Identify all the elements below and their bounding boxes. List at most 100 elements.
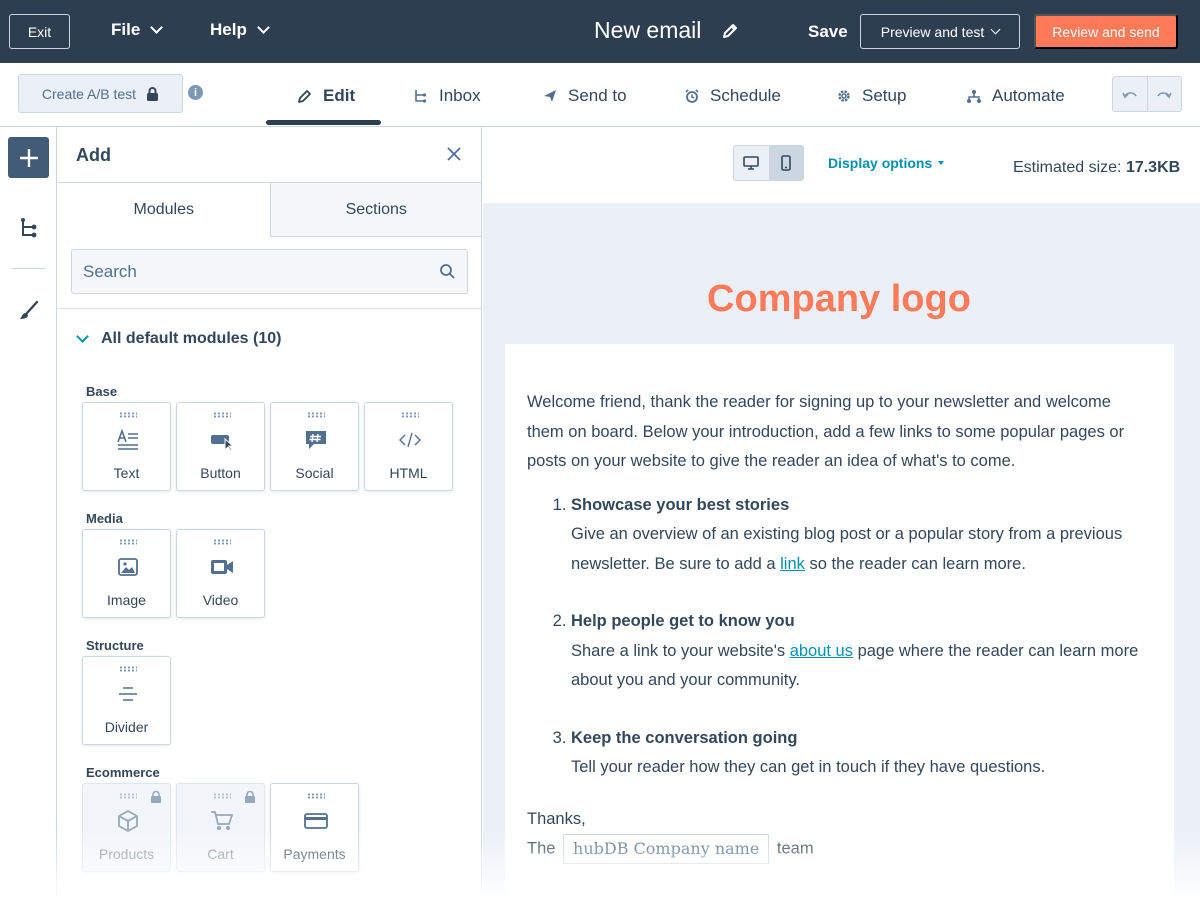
module-image[interactable]: Image	[82, 529, 171, 618]
email-body-module[interactable]: Welcome friend, thank the reader for sig…	[505, 344, 1174, 898]
text-icon	[117, 428, 138, 450]
search-icon	[440, 264, 455, 279]
chevron-down-icon	[256, 21, 270, 34]
alarm-clock-icon	[685, 89, 699, 103]
drag-handle-icon	[307, 793, 325, 799]
content-list: Showcase your best stories Give an overv…	[527, 491, 1152, 783]
undo-icon	[1122, 92, 1137, 99]
module-button[interactable]: Button	[176, 402, 265, 491]
exit-button[interactable]: Exit	[9, 14, 70, 49]
undo-button[interactable]	[1113, 77, 1147, 111]
tab-sections[interactable]: Sections	[269, 183, 481, 236]
tab-send-to-label: Send to	[568, 86, 627, 105]
about-us-link[interactable]: about us	[790, 642, 853, 660]
module-label: Social	[295, 465, 334, 481]
preview-and-test-label: Preview and test	[880, 23, 985, 40]
email-title-text: New email	[594, 17, 702, 43]
mobile-view-button[interactable]	[768, 146, 803, 180]
send-icon	[544, 90, 556, 102]
create-ab-test-button[interactable]: Create A/B test	[18, 74, 183, 113]
lock-icon	[147, 86, 159, 101]
signature-line: The hubDB Company name team	[527, 834, 1152, 864]
tab-setup-label: Setup	[862, 86, 907, 105]
tab-send-to[interactable]: Send to	[542, 86, 627, 106]
module-payments[interactable]: Payments	[270, 783, 359, 872]
tab-edit-label: Edit	[323, 86, 356, 105]
drag-handle-icon	[401, 412, 419, 418]
module-social[interactable]: Social	[270, 402, 359, 491]
list-item: Showcase your best stories Give an overv…	[571, 491, 1152, 580]
tree-icon[interactable]	[18, 217, 40, 239]
mobile-icon	[781, 155, 792, 171]
tab-bar: Create A/B test i Edit Inbox Send to Sch…	[0, 63, 1200, 127]
category-structure: Structure	[86, 638, 144, 653]
button-cursor-icon	[211, 435, 234, 452]
workflow-icon	[967, 90, 981, 103]
tab-setup[interactable]: Setup	[836, 86, 906, 106]
file-menu-label: File	[111, 20, 141, 39]
review-and-send-button[interactable]: Review and send	[1034, 14, 1178, 49]
module-video[interactable]: Video	[176, 529, 265, 618]
link[interactable]: link	[780, 555, 805, 573]
video-camera-icon	[211, 560, 233, 574]
tree-icon	[415, 90, 427, 103]
redo-icon	[1157, 92, 1173, 99]
body-text: Share a link to your website's	[571, 641, 790, 660]
redo-button[interactable]	[1146, 77, 1181, 111]
tab-inbox[interactable]: Inbox	[413, 86, 481, 106]
preview-and-test-button[interactable]: Preview and test	[860, 14, 1020, 49]
thanks-line: Thanks,	[527, 809, 586, 828]
search-input[interactable]: Search	[71, 249, 468, 294]
caret-down-icon	[938, 161, 945, 165]
list-item-body: Tell your reader how they can get in tou…	[571, 758, 1046, 776]
panel-title: Add	[76, 145, 111, 165]
desktop-view-button[interactable]	[734, 146, 769, 180]
pencil-icon	[298, 90, 311, 103]
add-button[interactable]	[8, 137, 49, 178]
lock-icon	[245, 791, 255, 803]
display-options-dropdown[interactable]: Display options	[828, 155, 945, 171]
drag-handle-icon	[119, 666, 137, 672]
module-label: Video	[202, 592, 239, 608]
section-header-label: All default modules (10)	[101, 330, 282, 347]
drag-handle-icon	[213, 412, 231, 418]
email-canvas: Company logo Welcome friend, thank the r…	[483, 203, 1200, 898]
info-icon[interactable]: i	[188, 85, 203, 100]
lock-icon	[151, 791, 161, 803]
active-tab-indicator	[266, 120, 381, 125]
module-text[interactable]: Text	[82, 402, 171, 491]
module-divider[interactable]: Divider	[82, 656, 171, 745]
tab-modules[interactable]: Modules	[58, 183, 270, 237]
image-icon	[118, 558, 138, 576]
company-logo[interactable]: Company logo	[483, 278, 1195, 321]
category-ecommerce: Ecommerce	[86, 765, 160, 780]
save-button[interactable]: Save	[808, 22, 848, 42]
list-item: Help people get to know you Share a link…	[571, 607, 1152, 696]
company-name-token[interactable]: hubDB Company name	[563, 834, 770, 864]
brush-icon[interactable]	[18, 300, 40, 322]
tab-edit[interactable]: Edit	[297, 86, 355, 106]
add-panel: Add Modules Sections Search All default …	[58, 127, 482, 898]
preview-toolbar: Display options Estimated size: 17.3KB	[483, 127, 1200, 203]
module-html[interactable]: HTML	[364, 402, 453, 491]
chevron-down-icon	[76, 330, 89, 343]
create-ab-test-label: Create A/B test	[41, 85, 137, 102]
close-icon[interactable]	[446, 146, 462, 162]
chevron-down-icon	[990, 24, 1001, 35]
tab-automate[interactable]: Automate	[966, 86, 1065, 106]
tab-schedule[interactable]: Schedule	[684, 86, 781, 106]
top-bar: Exit File Help New email Save Preview an…	[0, 0, 1200, 63]
file-menu[interactable]: File	[111, 20, 164, 40]
module-label: Cart	[207, 846, 234, 862]
rail-divider	[12, 268, 45, 269]
pencil-icon[interactable]	[721, 22, 739, 40]
tab-schedule-label: Schedule	[710, 86, 781, 105]
email-title[interactable]: New email	[594, 17, 739, 44]
tab-inbox-label: Inbox	[439, 86, 481, 105]
help-menu[interactable]: Help	[210, 20, 270, 40]
code-icon	[399, 432, 421, 448]
help-menu-label: Help	[210, 20, 247, 39]
drag-handle-icon	[213, 539, 231, 545]
all-default-modules-toggle[interactable]: All default modules (10)	[76, 330, 282, 348]
search-placeholder: Search	[83, 261, 137, 281]
